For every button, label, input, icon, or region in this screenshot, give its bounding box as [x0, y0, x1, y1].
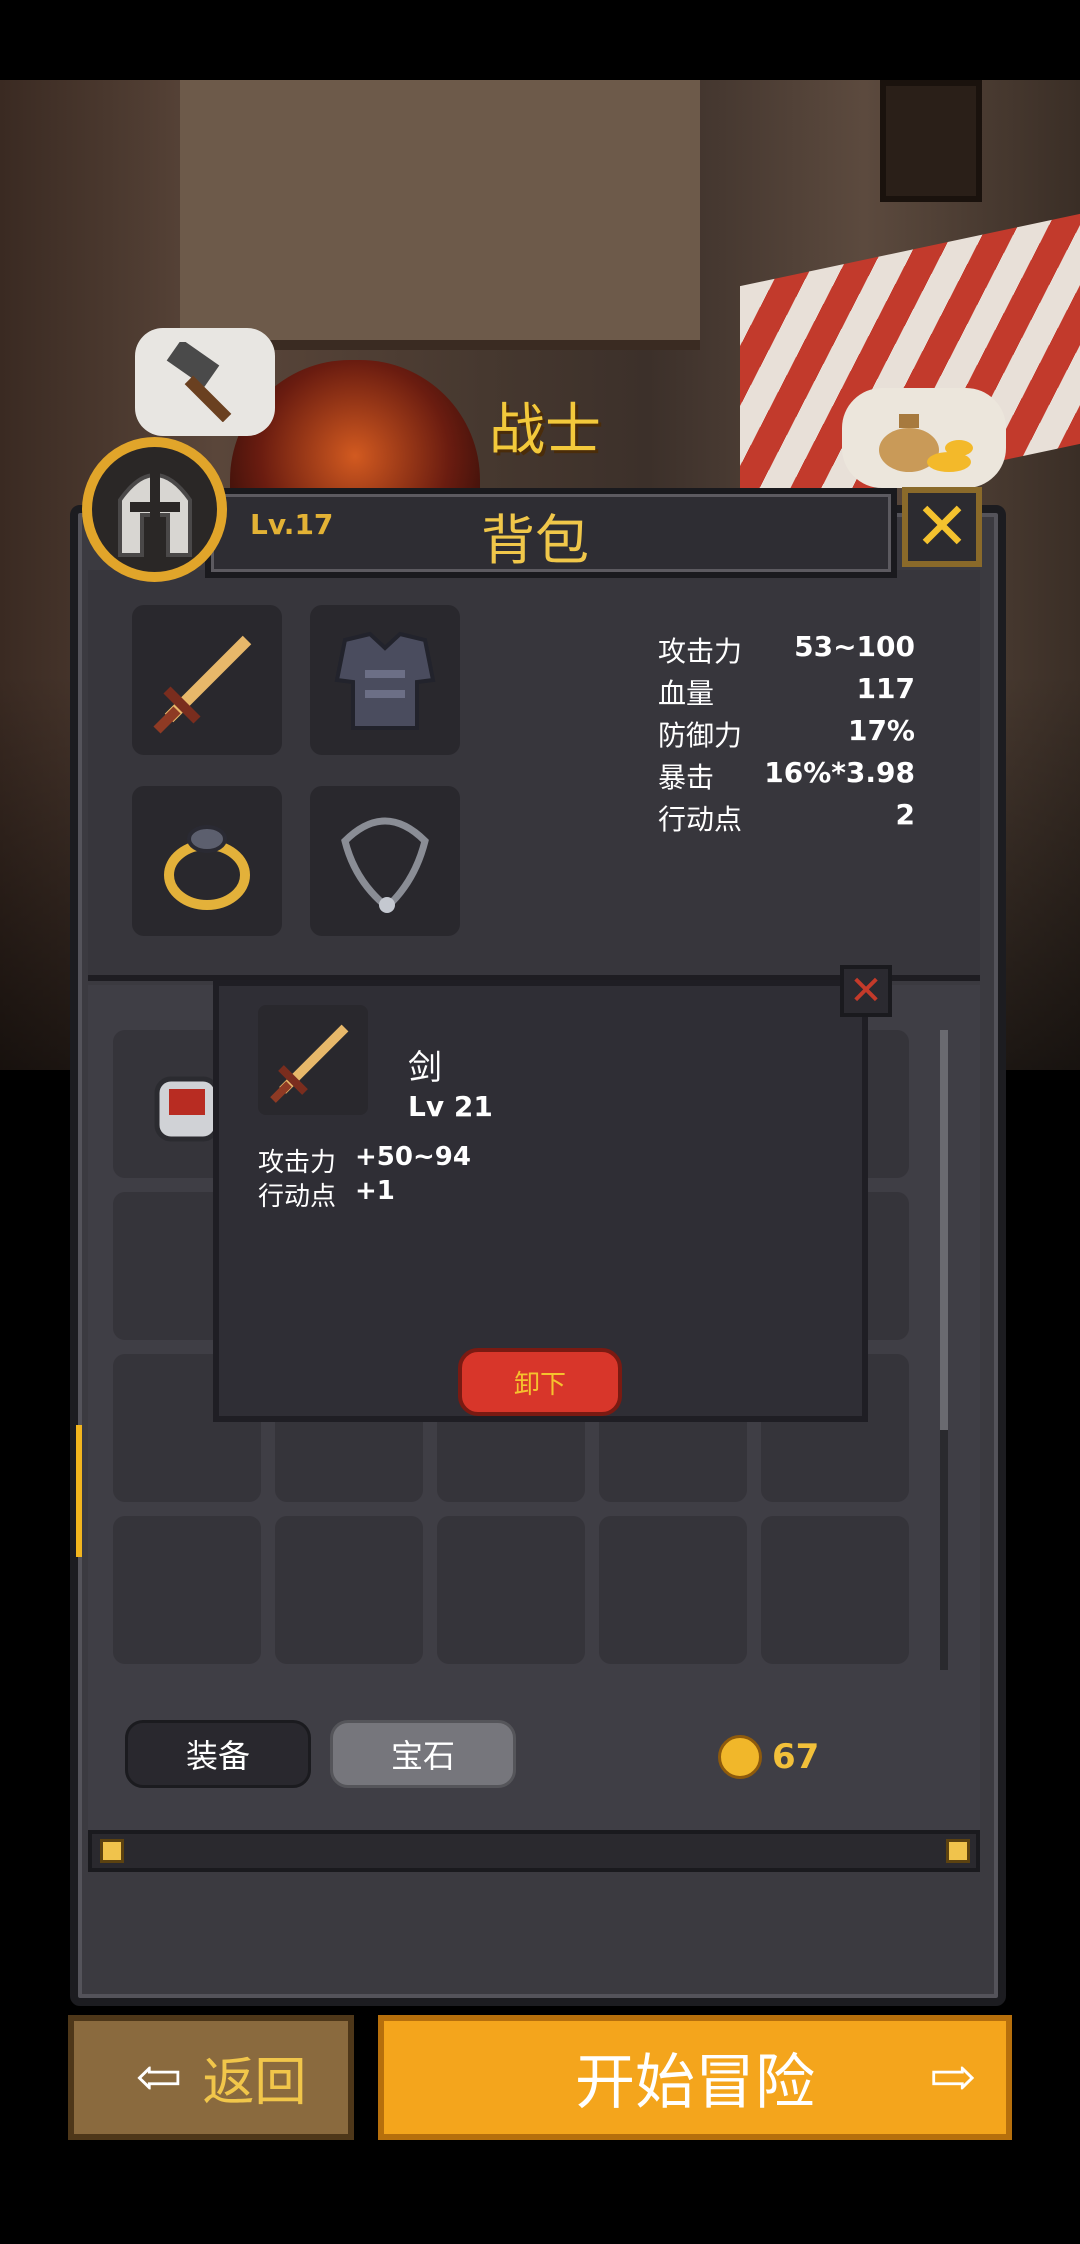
exit-door-icon: ⇦: [135, 2045, 183, 2110]
gold-count: 67: [772, 1737, 820, 1777]
inventory-slot[interactable]: [599, 1516, 747, 1664]
inventory-slot[interactable]: [761, 1516, 909, 1664]
gold-sack-bubble[interactable]: [842, 388, 1006, 488]
building-window: [880, 80, 982, 202]
necklace-icon: [341, 817, 429, 913]
building-roof: [180, 80, 700, 350]
back-button[interactable]: ⇦ 返回: [68, 2015, 354, 2140]
stat-value-action-points: 2: [895, 798, 915, 831]
rivet-icon: [946, 1839, 970, 1863]
armor-slot[interactable]: [310, 605, 460, 755]
ring-icon: [164, 825, 250, 910]
stat-value-defense: 17%: [847, 714, 915, 747]
tooltip-attr-label: 行动点: [258, 1182, 337, 1212]
gold-coin-icon: [718, 1735, 762, 1779]
sword-icon: [153, 635, 252, 734]
necklace-slot[interactable]: [310, 786, 460, 936]
character-avatar[interactable]: [82, 437, 227, 582]
panel-title: 背包: [481, 509, 589, 572]
close-button[interactable]: ✕: [902, 487, 982, 567]
stat-value-attack: 53~100: [794, 630, 915, 663]
tab-equipment[interactable]: 装备: [125, 1720, 311, 1788]
panel-bottom-rail: [88, 1830, 980, 1872]
tooltip-item-level: Lv 21: [408, 1090, 493, 1123]
weapon-slot[interactable]: [132, 605, 282, 755]
player-level: Lv.17: [250, 508, 334, 541]
close-icon: ✕: [914, 488, 970, 565]
helmet-icon: [117, 467, 192, 557]
close-icon: ✕: [849, 968, 883, 1014]
tooltip-attr-value: +50~94: [355, 1142, 471, 1172]
scrollbar-thumb[interactable]: [940, 1030, 948, 1430]
character-class-name: 战士: [489, 398, 601, 463]
blacksmith-bubble[interactable]: [135, 328, 275, 436]
stat-label-crit: 暴击: [658, 761, 715, 794]
tooltip-item-name: 剑: [408, 1048, 442, 1088]
stat-label-defense: 防御力: [658, 719, 743, 752]
stat-value-hp: 117: [856, 672, 915, 705]
inventory-slot[interactable]: [275, 1516, 423, 1664]
stat-value-crit: 16%*3.98: [764, 756, 915, 789]
stat-label-hp: 血量: [658, 677, 715, 710]
money-bag-icon: [879, 414, 973, 472]
start-adventure-button[interactable]: 开始冒险 ⇨: [378, 2015, 1012, 2140]
sword-icon: [270, 1024, 349, 1103]
ring-slot[interactable]: [132, 786, 282, 936]
start-button-label: 开始冒险: [575, 2048, 815, 2118]
unequip-button[interactable]: 卸下: [458, 1348, 622, 1416]
stat-label-attack: 攻击力: [658, 635, 743, 668]
tooltip-close-button[interactable]: ✕: [840, 965, 892, 1017]
tooltip-attr-value: +1: [355, 1176, 395, 1206]
enter-door-icon: ⇨: [929, 2045, 976, 2110]
inventory-slot[interactable]: [113, 1516, 261, 1664]
side-indicator: [76, 1425, 82, 1557]
tab-gem[interactable]: 宝石: [330, 1720, 516, 1788]
inventory-slot[interactable]: [437, 1516, 585, 1664]
rivet-icon: [100, 1839, 124, 1863]
back-button-label: 返回: [202, 2053, 307, 2113]
armor-icon: [334, 631, 436, 730]
tooltip-item-icon: [258, 1005, 368, 1115]
hammer-icon: [166, 342, 232, 422]
tooltip-attr-label: 攻击力: [258, 1148, 337, 1178]
stat-label-action-points: 行动点: [658, 803, 743, 836]
